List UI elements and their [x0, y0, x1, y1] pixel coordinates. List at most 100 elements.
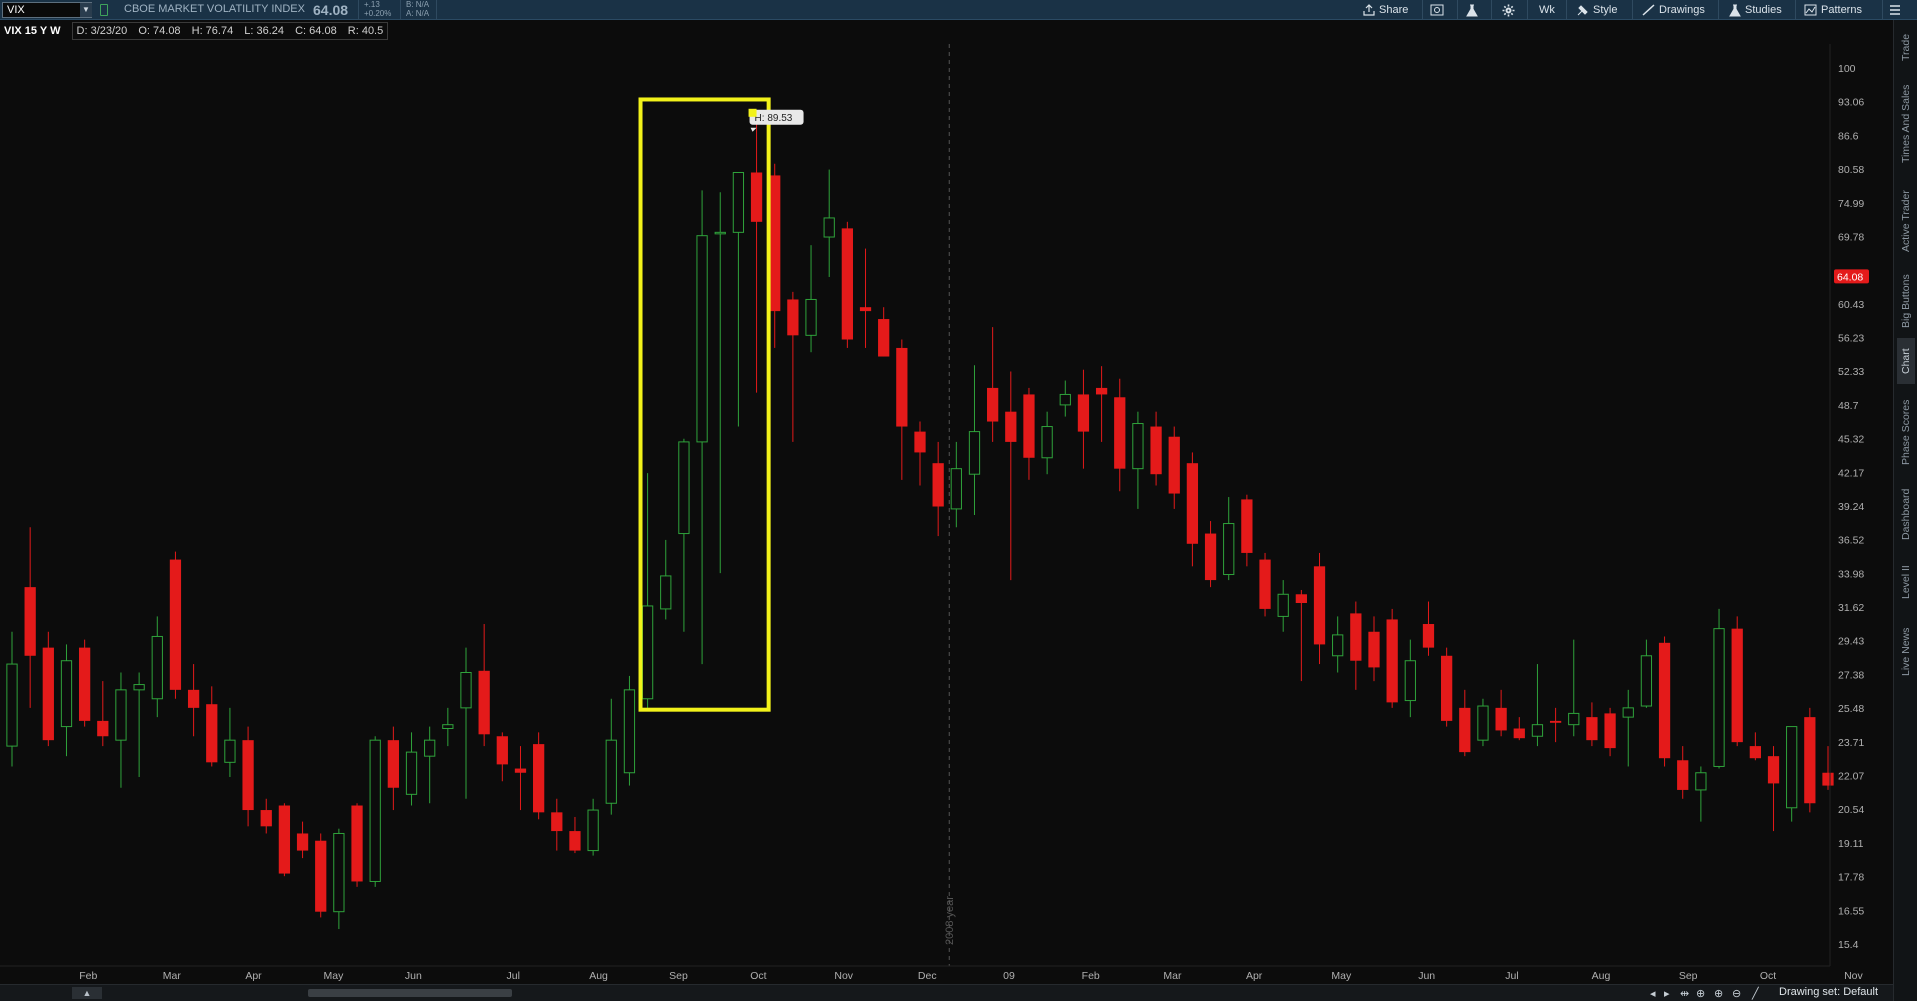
candle-body-down	[1150, 426, 1162, 475]
candle-body-down	[187, 689, 200, 708]
candle	[333, 828, 345, 930]
right-tab-active-trader[interactable]: Active Trader	[1897, 178, 1915, 264]
candle	[1459, 689, 1471, 757]
candle-body-down	[1441, 655, 1453, 721]
candle-body-down	[1259, 559, 1271, 609]
candle-body-down	[1386, 619, 1398, 703]
candle-body-down	[896, 347, 908, 427]
candle	[387, 726, 399, 811]
candle	[605, 698, 617, 815]
pan-icon[interactable]: ⇹	[1680, 987, 1689, 1000]
candle-body-down	[569, 831, 581, 851]
candle	[732, 171, 745, 427]
study-info-bar: VIX 15 Y W D: 3/23/20 O: 74.08 H: 76.74 …	[0, 21, 396, 41]
candle-body-down	[1368, 631, 1380, 668]
candle	[1041, 411, 1053, 475]
price-tick-label: 42.17	[1838, 467, 1864, 479]
candle-body-up	[369, 739, 381, 882]
candle-body-up	[1404, 660, 1416, 702]
candle	[1767, 746, 1780, 832]
time-tick-label: Dec	[918, 970, 937, 982]
right-tab-trade[interactable]: Trade	[1897, 26, 1915, 68]
drawing-anchor-handle[interactable]	[748, 108, 757, 117]
candle	[1495, 689, 1507, 737]
candle	[987, 327, 999, 442]
candle	[1695, 766, 1707, 822]
time-tick-label: 09	[1003, 970, 1015, 982]
candle	[1677, 746, 1689, 799]
candle-body-down	[769, 175, 781, 312]
zoom-out-icon[interactable]: ⊖	[1732, 987, 1741, 1000]
candle-body-down	[1241, 499, 1253, 553]
drawing-tool-icon[interactable]: ╱	[1752, 987, 1759, 1000]
candle	[1713, 608, 1725, 769]
candle	[1095, 366, 1108, 442]
crosshair-icon[interactable]: ⊕	[1696, 987, 1705, 1000]
scroll-left-icon[interactable]: ◂	[1650, 987, 1656, 1000]
candle	[1204, 521, 1217, 588]
candle	[169, 551, 182, 699]
time-tick-label: Aug	[1592, 970, 1611, 982]
collapse-button[interactable]: ▲	[72, 987, 102, 999]
price-tick-label: 15.4	[1838, 939, 1859, 951]
candle-body-up	[968, 431, 981, 475]
candle	[206, 686, 218, 767]
candle	[932, 441, 944, 537]
candle-body-down	[1023, 394, 1035, 458]
candle	[660, 539, 672, 620]
ohlc-open: O: 74.08	[138, 25, 181, 37]
right-tab-level-ii[interactable]: Level II	[1897, 554, 1915, 610]
candle	[1786, 726, 1798, 822]
right-tab-chart[interactable]: Chart	[1897, 338, 1915, 384]
candle	[97, 681, 109, 747]
candle	[1749, 732, 1761, 761]
time-tick-label: Jun	[1418, 970, 1435, 982]
price-tick-label: 52.33	[1838, 366, 1864, 378]
candle-body-down	[1422, 624, 1435, 648]
candle	[1731, 616, 1743, 747]
candle	[187, 664, 200, 737]
scroll-right-icon[interactable]: ▸	[1664, 987, 1670, 1000]
right-tab-phase-scores[interactable]: Phase Scores	[1897, 390, 1915, 474]
right-tab-times-and-sales[interactable]: Times And Sales	[1897, 76, 1915, 172]
ohlc-close: C: 64.08	[295, 25, 337, 37]
candle	[1259, 552, 1271, 617]
candle	[242, 726, 254, 827]
price-axis[interactable]: 100 93.06 86.6 80.58 74.99 69.78 64.08 60.43 56.…	[1829, 44, 1869, 966]
candle-body-down	[278, 805, 291, 874]
candle-body-up	[333, 832, 345, 913]
right-sidebar: Trade Times And Sales Active Trader Big But…	[1893, 20, 1917, 1001]
candle-body-up	[1332, 634, 1344, 657]
zoom-in-icon[interactable]: ⊕	[1714, 987, 1723, 1000]
price-chart[interactable]: 2008 year H: 89.53 100 93.06 86.6 80.58 74.9…	[0, 0, 1893, 984]
candle	[1586, 702, 1598, 747]
price-tick-label: 100	[1838, 63, 1856, 75]
candle	[1295, 589, 1307, 682]
candle	[133, 672, 145, 777]
price-tick-label: 31.62	[1838, 602, 1864, 614]
candle-body-down	[1749, 746, 1761, 759]
right-tab-live-news[interactable]: Live News	[1897, 616, 1915, 688]
candle	[623, 675, 636, 786]
candle-body-down	[1767, 756, 1780, 784]
price-tick-label: 74.99	[1838, 198, 1864, 210]
price-tick-label: 17.78	[1838, 872, 1864, 884]
time-axis[interactable]: Feb Mar Apr May Jun Jul Aug Sep Oct Nov Dec 09 Feb Ma…	[0, 965, 1893, 982]
candle	[1132, 411, 1144, 509]
chart-scrollbar[interactable]	[308, 989, 512, 997]
right-tab-dashboard[interactable]: Dashboard	[1897, 480, 1915, 548]
candle	[1059, 380, 1071, 417]
candle-body-down	[1513, 728, 1525, 739]
candle	[750, 119, 763, 393]
candle-body-up	[115, 689, 127, 741]
candle	[769, 163, 781, 348]
candle-body-up	[641, 605, 654, 700]
candle	[1077, 369, 1090, 469]
ohlc-high: H: 76.74	[191, 25, 234, 37]
candle-body-down	[1077, 394, 1090, 432]
right-tab-big-buttons[interactable]: Big Buttons	[1897, 270, 1915, 332]
candle-body-down	[1095, 387, 1108, 395]
candle-body-up	[460, 672, 472, 709]
candle	[841, 221, 853, 348]
candle	[1549, 707, 1562, 743]
